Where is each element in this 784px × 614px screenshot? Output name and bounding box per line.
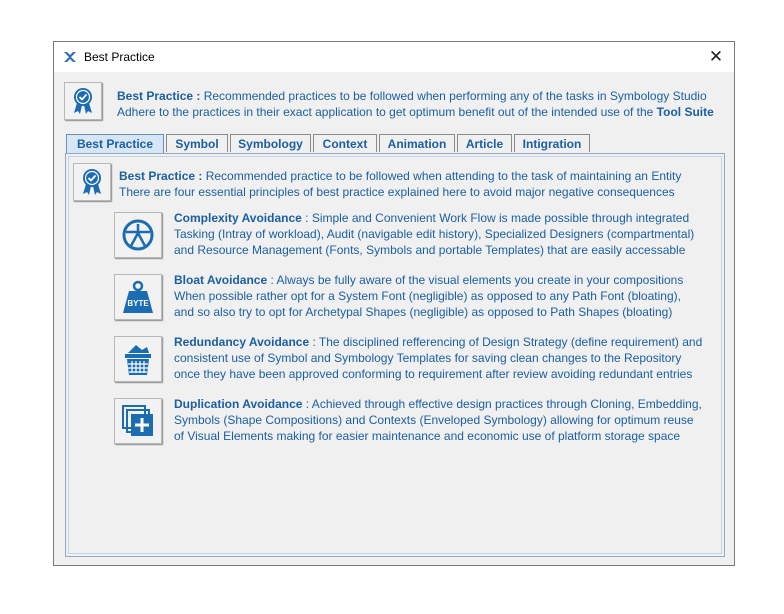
weight-byte-icon: BYTE [123, 280, 153, 313]
panel-line-1-text: Recommended practice to be followed when… [202, 169, 682, 183]
redundancy-line-1: Redundancy Avoidance : The disciplined r… [174, 334, 702, 350]
tool-suite-label: Tool Suite [656, 105, 714, 119]
tab-symbol[interactable]: Symbol [166, 134, 228, 152]
bloat-text-1: : Always be fully aware of the visual el… [267, 273, 684, 287]
duplication-avoidance-button[interactable] [114, 398, 162, 444]
header-award-button[interactable] [64, 82, 102, 120]
panel-heading: Best Practice : [119, 169, 203, 183]
panel-award-button[interactable] [73, 163, 111, 201]
title-bar: Best Practice ✕ [54, 42, 734, 72]
duplication-line-3: of Visual Elements making for easier mai… [174, 429, 681, 443]
tab-animation[interactable]: Animation [379, 134, 455, 152]
award-badge-icon [83, 169, 101, 195]
redundancy-title: Redundancy Avoidance [174, 335, 310, 349]
bloat-avoidance-button[interactable]: BYTE [114, 274, 162, 320]
window-title: Best Practice [84, 50, 155, 64]
panel-line-1: Best Practice : Recommended practice to … [119, 168, 681, 184]
bloat-title: Bloat Avoidance [174, 273, 268, 287]
panel-line-2: There are four essential principles of b… [119, 185, 675, 199]
header-line-2-text: Adhere to the practices in their exact a… [117, 105, 657, 119]
tab-article[interactable]: Article [457, 134, 512, 152]
complexity-title: Complexity Avoidance [174, 211, 302, 225]
redundancy-text-1: : The disciplined refferencing of Design… [309, 335, 703, 349]
redundancy-avoidance-button[interactable] [114, 336, 162, 382]
header-line-1: Best Practice : Recommended practices to… [117, 88, 707, 104]
header-line-2: Adhere to the practices in their exact a… [117, 104, 714, 120]
duplication-line-2: Symbols (Shape Compositions) and Context… [174, 413, 694, 427]
bloat-line-2: When possible rather opt for a System Fo… [174, 289, 681, 303]
award-badge-icon [74, 88, 92, 114]
duplication-line-1: Duplication Avoidance : Achieved through… [174, 396, 702, 412]
compass-circle-icon [122, 219, 154, 251]
tab-symbology[interactable]: Symbology [230, 134, 311, 152]
complexity-line-2: Tasking (Intray of workload), Audit (nav… [174, 227, 695, 241]
tab-context[interactable]: Context [313, 134, 377, 152]
weight-byte-label: BYTE [127, 299, 149, 308]
tab-best-practice[interactable]: Best Practice [66, 134, 164, 153]
bloat-line-3: and so also try to opt for Archetypal Sh… [174, 305, 673, 319]
close-icon: ✕ [708, 47, 724, 66]
complexity-line-3: and Resource Management (Fonts, Symbols … [174, 243, 686, 257]
complexity-line-1: Complexity Avoidance : Simple and Conven… [174, 210, 689, 226]
waste-basket-icon [125, 345, 151, 375]
duplication-text-1: : Achieved through effective design prac… [302, 397, 702, 411]
header-line-1-text: Recommended practices to be followed whe… [200, 89, 707, 103]
duplicate-add-icon [122, 405, 153, 436]
duplication-title: Duplication Avoidance [174, 397, 303, 411]
complexity-text-1: : Simple and Convenient Work Flow is mad… [301, 211, 690, 225]
redundancy-line-2: consistent use of Symbol and Symbology T… [174, 351, 682, 365]
header-heading: Best Practice : [117, 89, 201, 103]
tab-intigration[interactable]: Intigration [514, 134, 590, 152]
tab-panel: Best Practice : Recommended practice to … [65, 153, 725, 557]
close-button[interactable]: ✕ [706, 47, 726, 67]
complexity-avoidance-button[interactable] [114, 212, 162, 258]
bloat-line-1: Bloat Avoidance : Always be fully aware … [174, 272, 683, 288]
best-practice-dialog: Best Practice ✕ Best Practice : Recommen… [53, 41, 735, 566]
app-logo-icon [64, 52, 76, 62]
redundancy-line-3: once they have been approved conforming … [174, 367, 693, 381]
